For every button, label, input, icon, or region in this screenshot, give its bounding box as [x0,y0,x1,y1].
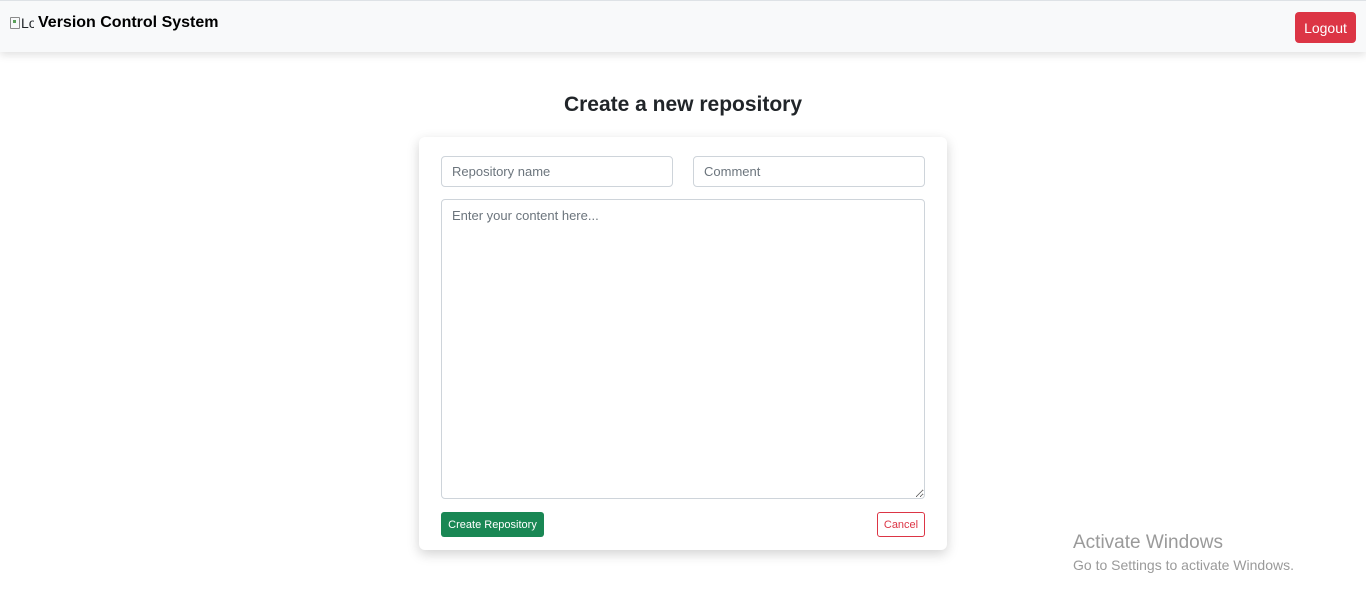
logo-alt-text: Lo [21,15,34,31]
logo-broken-image-icon: Lo [10,14,34,32]
broken-image-glyph [10,17,20,29]
logout-button[interactable]: Logout [1295,12,1356,43]
content-textarea[interactable] [441,199,925,499]
watermark-title: Activate Windows [1073,532,1223,553]
cancel-button[interactable]: Cancel [877,512,925,537]
create-repository-button[interactable]: Create Repository [441,512,544,537]
repository-name-input[interactable] [441,156,673,187]
activate-windows-watermark: Activate Windows Go to Settings to activ… [1073,531,1294,575]
navbar-brand[interactable]: Lo Version Control System [10,13,219,33]
watermark-subtitle: Go to Settings to activate Windows. [1073,557,1294,573]
brand-title: Version Control System [38,14,219,31]
navbar: Lo Version Control System Logout [0,0,1366,52]
comment-input[interactable] [693,156,925,187]
create-repository-form: Create Repository Cancel [419,137,947,550]
page-title: Create a new repository [563,93,803,116]
